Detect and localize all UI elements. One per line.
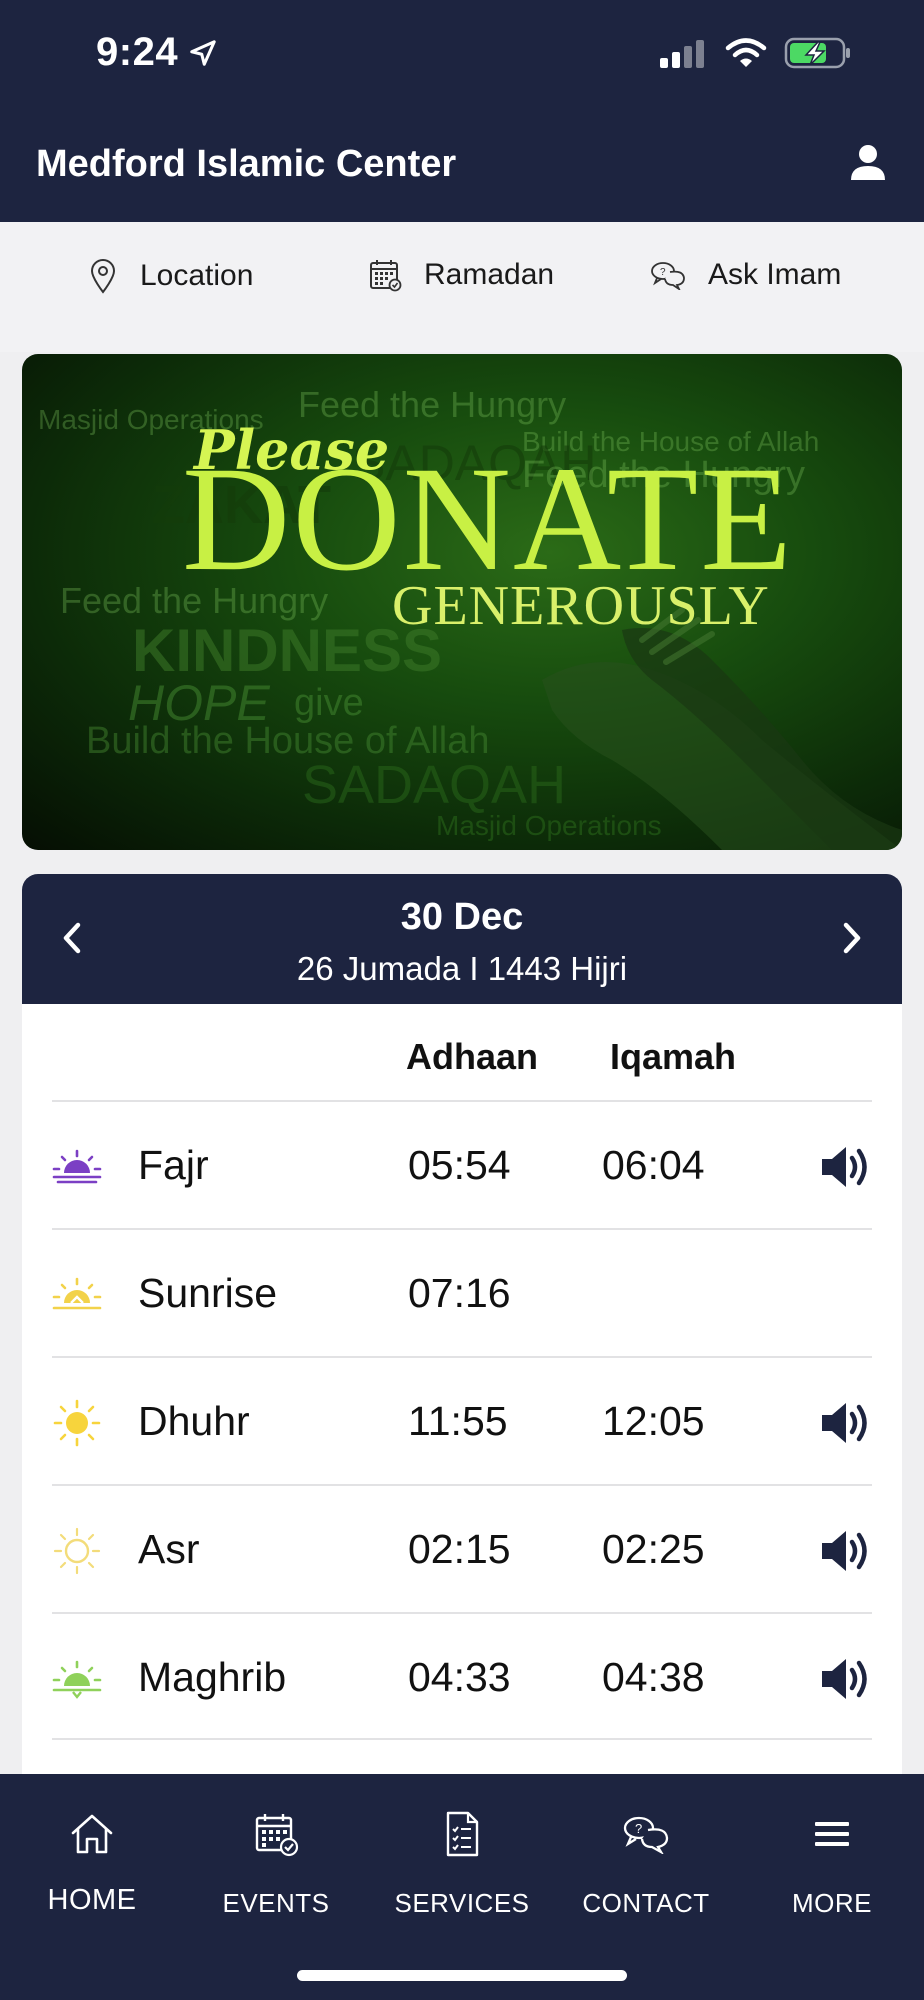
bottom-tab-bar: HOME EVENTS SERVICES ? CONTACT MORE <box>0 1774 924 2000</box>
fajr-dawn-icon <box>52 1142 102 1192</box>
adhaan-time: 07:16 <box>408 1270 511 1316</box>
home-icon <box>71 1814 113 1854</box>
banner-donate-text: DONATE <box>182 436 794 602</box>
next-day-button[interactable] <box>832 918 872 958</box>
calendar-check-icon <box>255 1814 299 1857</box>
iqamah-time: 04:38 <box>602 1654 705 1700</box>
tab-label: SERVICES <box>394 1888 530 1918</box>
iqamah-time: 06:04 <box>602 1142 705 1188</box>
tab-label: CONTACT <box>582 1888 710 1918</box>
adhaan-time: 11:55 <box>408 1398 508 1444</box>
sun-icon <box>52 1398 102 1448</box>
tab-label: HOME <box>47 1884 137 1916</box>
checklist-icon <box>446 1811 479 1857</box>
prayer-row-fajr: Fajr 05:54 06:04 <box>52 1100 872 1228</box>
adhaan-time: 05:54 <box>408 1142 511 1188</box>
adhaan-time: 02:15 <box>408 1526 511 1572</box>
profile-button[interactable] <box>844 138 892 186</box>
sun-outline-icon <box>52 1526 102 1576</box>
quick-link-label: Ramadan <box>424 258 555 291</box>
adhaan-header: Adhaan <box>406 1036 539 1077</box>
hijri-date: 26 Jumada I 1443 Hijri <box>296 950 628 987</box>
donate-banner[interactable]: Masjid Operations Feed the Hungry Build … <box>22 354 902 850</box>
adhaan-sound-toggle[interactable] <box>818 1396 872 1450</box>
speaker-volume-icon <box>822 1403 867 1443</box>
sunrise-icon <box>52 1270 102 1320</box>
banner-generously-text: GENEROUSLY <box>392 575 770 637</box>
quick-link-ramadan[interactable]: Ramadan <box>368 258 554 292</box>
home-indicator[interactable] <box>297 1970 627 1981</box>
quick-link-ask-imam[interactable]: ? Ask Imam <box>650 258 841 292</box>
status-time-text: 9:24 <box>96 30 179 74</box>
adhaan-sound-toggle[interactable] <box>818 1140 872 1194</box>
chat-bubbles-icon: ? <box>651 262 685 290</box>
banner-bg-word: give <box>294 682 364 724</box>
speaker-volume-icon <box>822 1147 867 1187</box>
prayer-row-dhuhr: Dhuhr 11:55 12:05 <box>52 1356 872 1484</box>
tab-more[interactable]: MORE <box>742 1804 922 1919</box>
app-title: Medford Islamic Center <box>36 143 457 185</box>
tab-events[interactable]: EVENTS <box>186 1804 366 1919</box>
svg-text:?: ? <box>660 267 666 278</box>
prayer-name: Fajr <box>138 1142 209 1188</box>
svg-text:?: ? <box>635 1821 642 1836</box>
menu-icon <box>815 1822 849 1846</box>
wifi-icon <box>725 38 767 67</box>
speaker-volume-icon <box>822 1659 867 1699</box>
tab-services[interactable]: SERVICES <box>372 1804 552 1919</box>
battery-charging-icon <box>784 37 850 69</box>
iqamah-time: 02:25 <box>602 1526 705 1572</box>
adhaan-time: 04:33 <box>408 1654 511 1700</box>
adhaan-sound-toggle[interactable] <box>818 1652 872 1706</box>
gregorian-date: 30 Dec <box>400 896 524 938</box>
user-icon <box>851 145 885 180</box>
column-headers: Adhaan Iqamah <box>22 1004 902 1100</box>
prayer-row-asr: Asr 02:15 02:25 <box>52 1484 872 1612</box>
quick-link-label: Location <box>140 259 254 292</box>
status-time: 9:24 <box>96 30 218 75</box>
iqamah-header: Iqamah <box>610 1036 737 1077</box>
prayer-name: Dhuhr <box>138 1398 250 1444</box>
prayer-name: Sunrise <box>138 1270 278 1316</box>
speaker-volume-icon <box>822 1531 867 1571</box>
calendar-icon <box>370 260 402 292</box>
app-header: 9:24 Medford Islamic Center <box>0 0 924 222</box>
adhaan-sound-toggle[interactable] <box>818 1524 872 1578</box>
chat-bubbles-icon: ? <box>623 1816 669 1854</box>
quick-link-location[interactable]: Location <box>88 258 253 294</box>
prayer-row-sunrise: Sunrise 07:16 <box>52 1228 872 1356</box>
prayer-name: Asr <box>138 1526 200 1572</box>
prayer-row-maghrib: Maghrib 04:33 04:38 <box>52 1612 872 1740</box>
location-pin-icon <box>90 259 116 294</box>
location-arrow-icon <box>190 39 216 66</box>
tab-label: EVENTS <box>222 1888 330 1918</box>
prayer-name: Maghrib <box>138 1654 287 1700</box>
quick-link-label: Ask Imam <box>708 258 842 291</box>
sunset-icon <box>52 1654 102 1704</box>
tab-contact[interactable]: ? CONTACT <box>556 1804 736 1919</box>
signal-icon <box>660 40 704 68</box>
chevron-right-icon <box>843 922 861 954</box>
date-header: 30 Dec 26 Jumada I 1443 Hijri <box>22 874 902 1004</box>
tab-label: MORE <box>792 1888 872 1918</box>
tab-home[interactable]: HOME <box>2 1804 182 1917</box>
status-icons <box>658 36 854 70</box>
iqamah-time: 12:05 <box>602 1398 705 1444</box>
prayer-times-card: 30 Dec 26 Jumada I 1443 Hijri Adhaan Iqa… <box>22 874 902 1774</box>
